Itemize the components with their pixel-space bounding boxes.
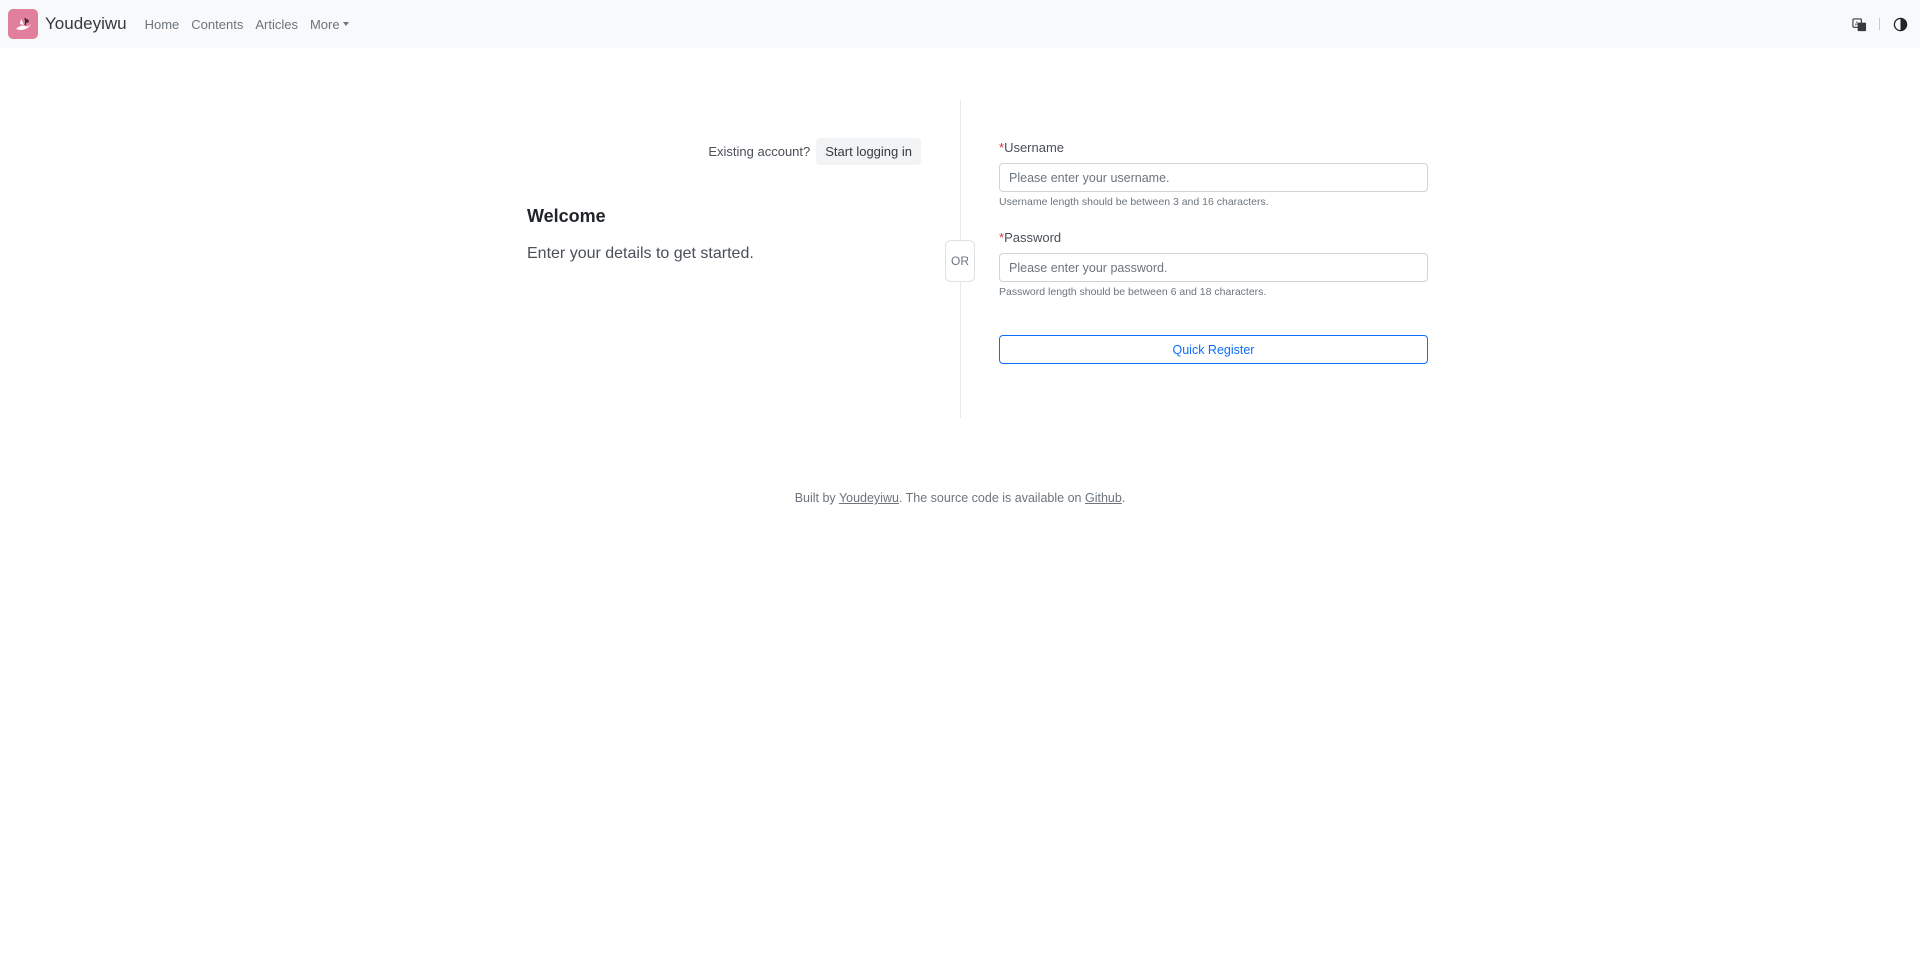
password-help-text: Password length should be between 6 and … xyxy=(999,286,1267,298)
footer-author-link[interactable]: Youdeyiwu xyxy=(839,491,899,505)
welcome-panel: Existing account? Start logging in Welco… xyxy=(527,100,921,418)
password-label: *Password xyxy=(999,230,1061,245)
svg-text:A: A xyxy=(1854,21,1858,27)
username-input[interactable] xyxy=(999,163,1428,192)
existing-account-label: Existing account? xyxy=(708,144,811,159)
username-label: *Username xyxy=(999,140,1064,155)
nav-link-more-dropdown[interactable]: More xyxy=(304,17,355,32)
footer-middle: . The source code is available on xyxy=(898,491,1082,505)
username-label-text: Username xyxy=(1004,140,1065,155)
password-label-text: Password xyxy=(1004,230,1062,245)
top-navbar: Youdeyiwu Home Contents Articles More A xyxy=(0,0,1920,48)
caret-down-icon xyxy=(342,22,349,26)
welcome-title: Welcome xyxy=(527,206,606,226)
password-input[interactable] xyxy=(999,253,1428,282)
nav-link-contents[interactable]: Contents xyxy=(185,17,249,32)
brand[interactable]: Youdeyiwu xyxy=(8,9,127,39)
brand-logo-icon xyxy=(8,9,38,39)
footer-suffix: . xyxy=(1121,491,1126,505)
nav-link-articles[interactable]: Articles xyxy=(249,17,304,32)
welcome-subtitle: Enter your details to get started. xyxy=(527,245,754,262)
nav-right-tools: A xyxy=(1851,0,1908,48)
quick-register-button[interactable]: Quick Register xyxy=(999,335,1428,364)
or-badge: OR xyxy=(945,240,975,282)
footer: Built by Youdeyiwu. The source code is a… xyxy=(0,491,1920,505)
username-help-text: Username length should be between 3 and … xyxy=(999,196,1269,208)
nav-separator xyxy=(1879,18,1880,30)
existing-account-row: Existing account? Start logging in xyxy=(708,138,921,165)
footer-prefix: Built by xyxy=(794,491,836,505)
nav-links: Home Contents Articles More xyxy=(139,17,355,32)
footer-github-link[interactable]: Github xyxy=(1085,491,1122,505)
theme-toggle-icon[interactable] xyxy=(1892,16,1908,32)
start-login-button[interactable]: Start logging in xyxy=(816,138,921,165)
nav-link-more-label: More xyxy=(309,16,340,32)
translate-icon[interactable]: A xyxy=(1851,16,1867,32)
nav-link-home[interactable]: Home xyxy=(139,17,186,32)
brand-name: Youdeyiwu xyxy=(45,14,127,33)
